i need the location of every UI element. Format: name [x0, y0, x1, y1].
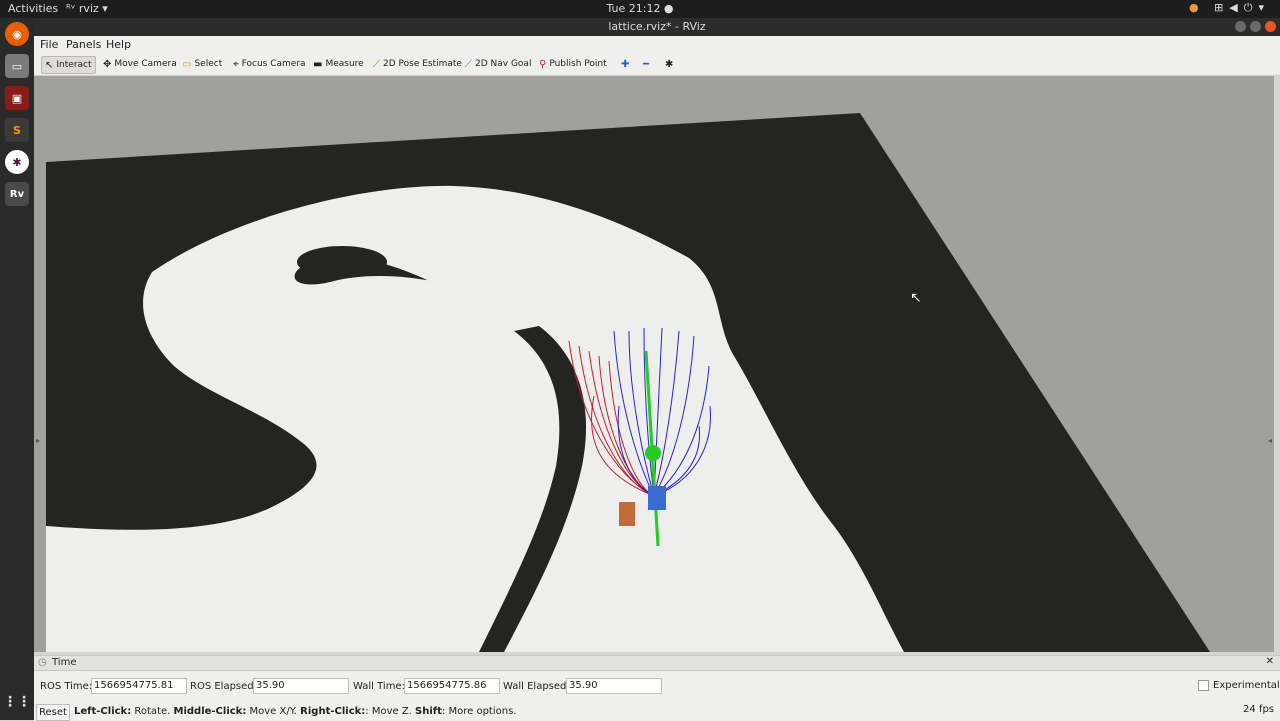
wall-elapsed-field[interactable]: 35.90	[566, 678, 662, 694]
experimental-label: Experimental	[1213, 680, 1280, 691]
pose-estimate-tool[interactable]: ⟋ 2D Pose Estimate	[370, 56, 465, 72]
wall-elapsed-label: Wall Elapsed:	[503, 681, 570, 692]
wall-time-label: Wall Time:	[353, 681, 405, 692]
ros-elapsed-label: ROS Elapsed:	[190, 681, 257, 692]
left-click-text: Rotate.	[131, 706, 174, 717]
mouse-cursor-icon: ↖	[910, 290, 922, 306]
select-box-icon: ▭	[182, 58, 192, 70]
firefox-icon[interactable]: ◉	[5, 22, 29, 46]
camera-icon: ✥	[103, 58, 112, 70]
wall-time-field[interactable]: 1566954775.86	[404, 678, 500, 694]
publish-point-tool[interactable]: ⚲ Publish Point	[536, 56, 610, 72]
nav-goal-label: 2D Nav Goal	[475, 59, 532, 69]
3d-viewport[interactable]: ↖ ▸ ◂	[34, 76, 1274, 652]
close-button[interactable]	[1265, 21, 1276, 32]
window-title: lattice.rviz* - RViz	[608, 20, 706, 33]
close-panel-icon[interactable]: ✕	[1266, 656, 1274, 667]
select-label: Select	[194, 59, 223, 69]
middle-click-text: Move X/Y.	[246, 706, 301, 717]
left-panel-toggle-icon[interactable]: ▸	[36, 436, 40, 445]
terminal-icon[interactable]: ▣	[5, 86, 29, 110]
files-icon[interactable]: ▭	[5, 54, 29, 78]
other-vehicle	[619, 502, 635, 526]
minimize-button[interactable]	[1235, 21, 1246, 32]
measure-tool[interactable]: ▬ Measure	[310, 56, 367, 72]
ros-time-label: ROS Time:	[40, 681, 93, 692]
sublime-icon[interactable]: S	[5, 118, 29, 142]
map-render: ↖	[34, 76, 1274, 652]
notification-dot-icon: ●	[1188, 1, 1205, 14]
fps-readout: 24 fps	[1243, 704, 1274, 715]
apps-grid-icon[interactable]: ⋮⋮	[3, 690, 31, 714]
plus-icon: ✚	[621, 58, 630, 70]
goal-marker	[645, 445, 661, 461]
shift-key: Shift	[415, 706, 442, 717]
time-panel-title: Time	[52, 657, 77, 668]
focus-camera-label: Focus Camera	[241, 59, 306, 69]
status-hint: Left-Click: Rotate. Middle-Click: Move X…	[74, 706, 516, 717]
add-tool-button[interactable]: ✚	[618, 56, 632, 72]
menu-help[interactable]: Help	[106, 38, 131, 51]
minus-icon: ━	[643, 58, 650, 70]
network-icon: ⊞	[1214, 1, 1230, 14]
clock-icon: ◷	[38, 657, 47, 668]
obstacle-blob	[297, 246, 387, 278]
chevron-down-icon: ▾	[1258, 1, 1270, 14]
ego-vehicle	[648, 486, 666, 510]
green-arrow-icon: ⟋	[465, 58, 472, 70]
interact-tool[interactable]: ↖ Interact	[41, 56, 96, 74]
nav-goal-tool[interactable]: ⟋ 2D Nav Goal	[462, 56, 534, 72]
menu-panels[interactable]: Panels	[66, 38, 101, 51]
window-title-bar: lattice.rviz* - RViz	[34, 18, 1280, 36]
right-click-key: Right-Click:	[300, 706, 366, 717]
system-tray[interactable]: ● ⊞◀⏻▾	[1189, 1, 1270, 15]
map-pin-icon: ⚲	[539, 58, 547, 70]
publish-point-label: Publish Point	[549, 59, 607, 69]
cursor-icon: ↖	[45, 59, 54, 71]
menu-file[interactable]: File	[40, 38, 58, 51]
dock: ◉ ▭ ▣ S ✱ Rv ⋮⋮	[0, 18, 34, 720]
rviz-icon[interactable]: Rv	[5, 182, 29, 206]
checkbox-box[interactable]	[1198, 680, 1209, 691]
middle-click-key: Middle-Click:	[173, 706, 247, 717]
move-camera-tool[interactable]: ✥ Move Camera	[100, 56, 180, 72]
measure-label: Measure	[325, 59, 364, 69]
pose-estimate-label: 2D Pose Estimate	[383, 59, 462, 69]
time-panel: ◷ Time ✕ ROS Time: 1566954775.81 ROS Ela…	[34, 655, 1280, 721]
green-arrow-icon: ⟋	[373, 58, 380, 70]
time-panel-header: ◷ Time ✕	[34, 656, 1280, 671]
ros-time-field[interactable]: 1566954775.81	[91, 678, 187, 694]
menu-bar: File Panels Help	[34, 36, 1280, 53]
right-panel-toggle-icon[interactable]: ◂	[1268, 436, 1272, 445]
reset-button[interactable]: Reset	[36, 704, 70, 721]
experimental-checkbox[interactable]: Experimental	[1198, 680, 1280, 691]
move-camera-label: Move Camera	[114, 59, 177, 69]
system-top-bar: Activities ᴿᵛ rviz ▾ Tue 21:12 ● ● ⊞◀⏻▾	[0, 0, 1280, 18]
tool-bar: ↖ Interact ✥ Move Camera ▭ Select ⌖ Focus Ca…	[34, 53, 1280, 76]
gear-icon: ✱	[665, 58, 674, 70]
volume-icon: ◀	[1229, 1, 1244, 14]
remove-tool-button[interactable]: ━	[640, 56, 652, 72]
slack-icon[interactable]: ✱	[5, 150, 29, 174]
focus-camera-tool[interactable]: ⌖ Focus Camera	[230, 56, 309, 72]
tool-properties-button[interactable]: ✱	[662, 56, 676, 72]
right-click-text: : Move Z.	[365, 706, 416, 717]
maximize-button[interactable]	[1250, 21, 1261, 32]
ros-elapsed-field[interactable]: 35.90	[253, 678, 349, 694]
focus-icon: ⌖	[233, 58, 239, 70]
power-icon: ⏻	[1243, 1, 1259, 14]
interact-label: Interact	[56, 60, 92, 70]
shift-text: : More options.	[441, 706, 517, 717]
clock[interactable]: Tue 21:12 ●	[0, 2, 1280, 15]
ruler-icon: ▬	[313, 58, 323, 70]
left-click-key: Left-Click:	[74, 706, 132, 717]
select-tool[interactable]: ▭ Select	[179, 56, 225, 72]
